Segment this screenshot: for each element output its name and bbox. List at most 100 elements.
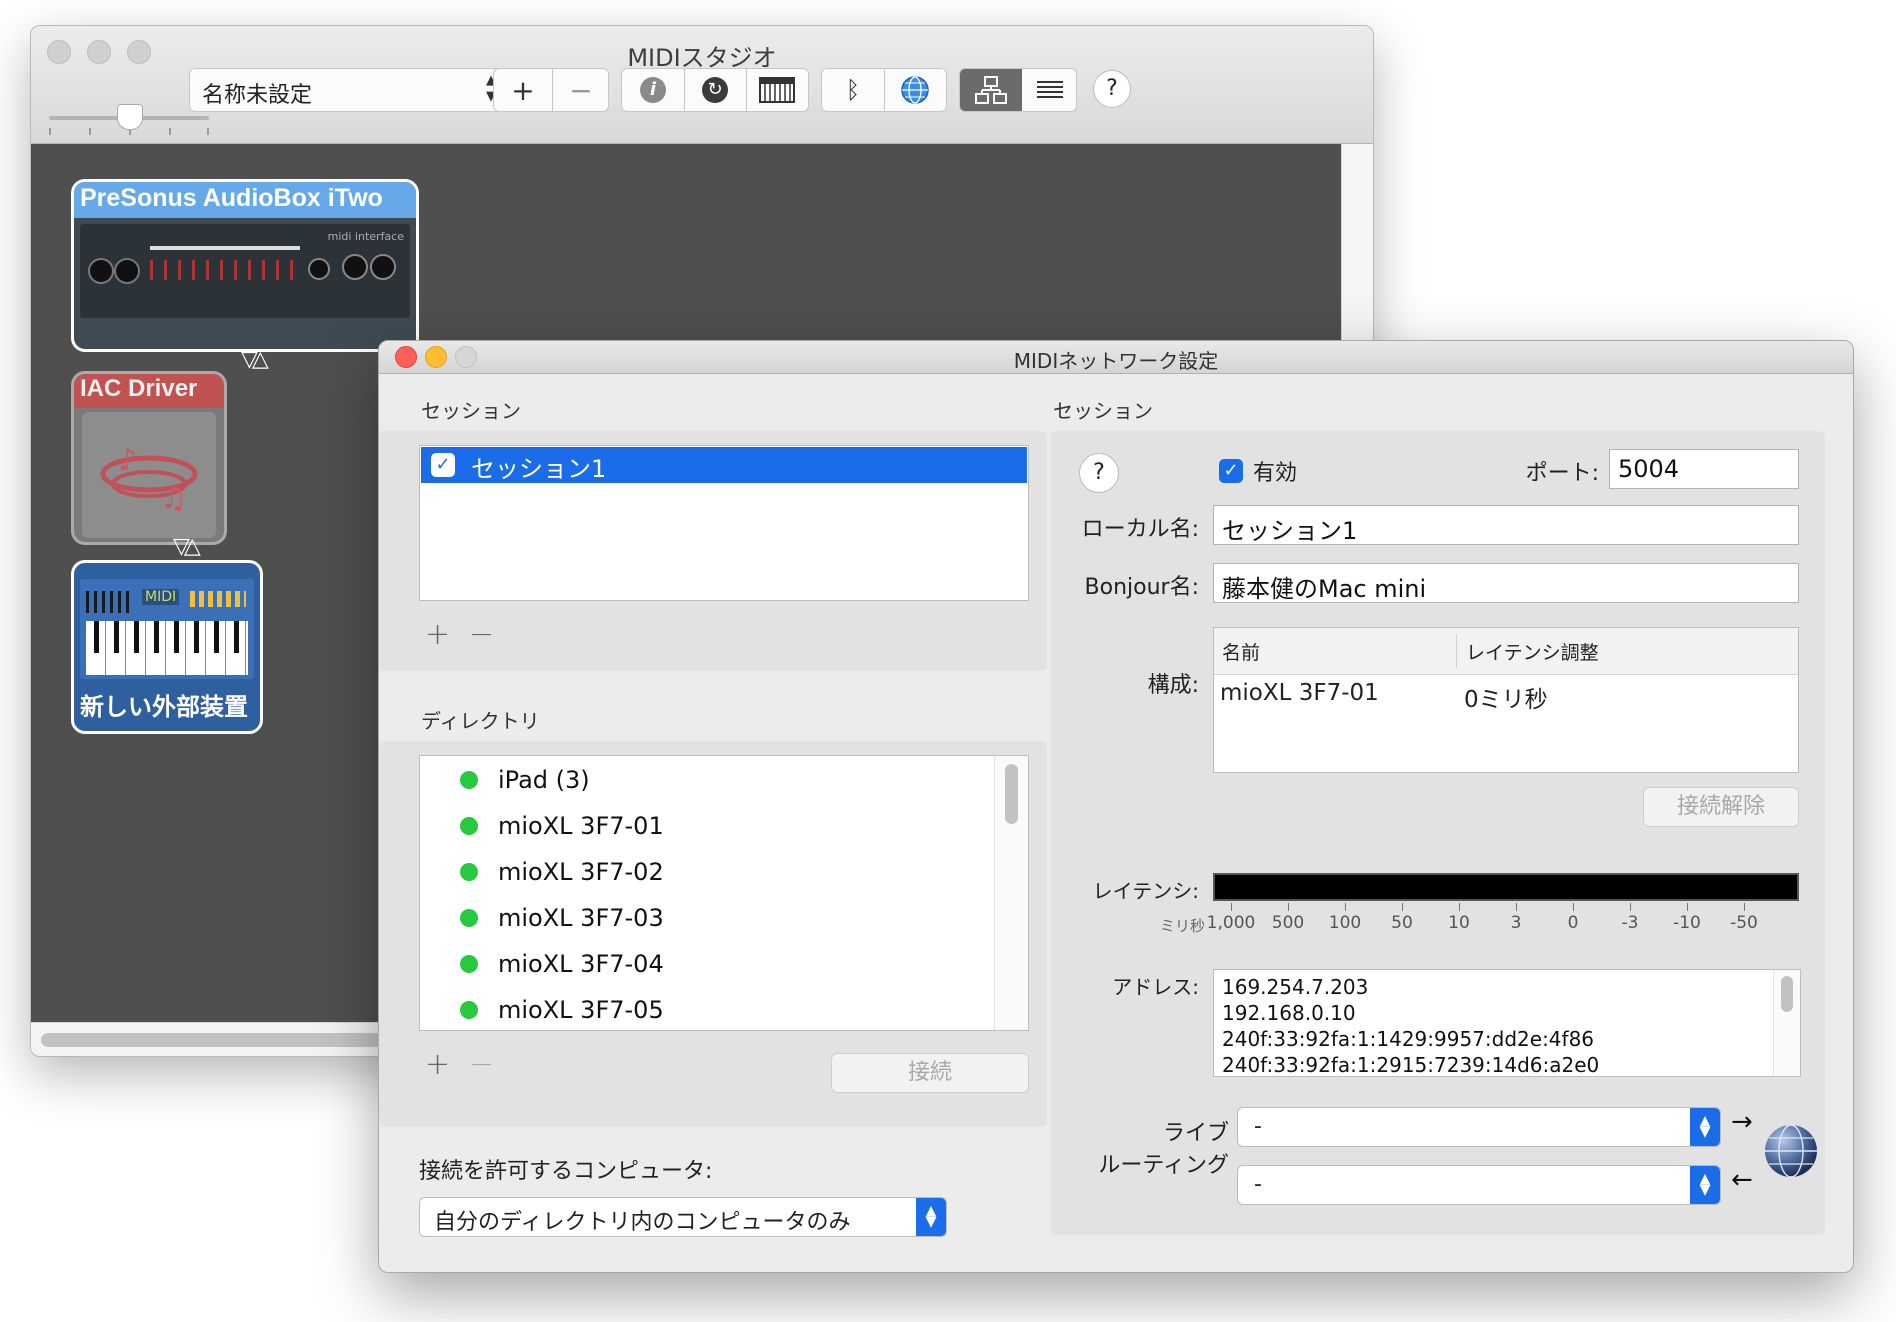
interface-panel-image: midi interface <box>80 224 410 318</box>
keyboard-device-icon: MIDI <box>80 579 254 679</box>
port-connector-icon[interactable]: ▽△ <box>241 347 269 372</box>
directory-item[interactable]: iPad (3) <box>460 766 590 794</box>
device-presonus-audiobox-itwo[interactable]: PreSonus AudioBox iTwo midi interface <box>71 179 419 352</box>
disconnect-button[interactable]: 接続解除 <box>1643 787 1799 827</box>
sessions-header: セッション <box>421 399 521 423</box>
latency-scale-label: 500 <box>1271 913 1305 933</box>
allow-computers-value: 自分のディレクトリ内のコンピュータのみ <box>434 1210 851 1235</box>
live-routing-out-value: - <box>1254 1172 1262 1197</box>
live-routing-out-select[interactable]: - ▲ ▼ <box>1237 1165 1721 1205</box>
remove-directory-button[interactable]: − <box>469 1047 494 1082</box>
address-list[interactable]: 169.254.7.203 192.168.0.10 240f:33:92fa:… <box>1213 969 1801 1077</box>
enabled-checkbox[interactable]: ✓ <box>1219 459 1243 483</box>
port-label: ポート: <box>1525 461 1599 486</box>
svg-text:♫: ♫ <box>160 481 187 516</box>
directory-item-label: mioXL 3F7-03 <box>498 904 664 932</box>
test-setup-button[interactable] <box>746 69 808 111</box>
bluetooth-button[interactable]: ᛒ <box>822 69 884 111</box>
network-help-button[interactable]: ? <box>1079 453 1119 493</box>
connect-button[interactable]: 接続 <box>831 1053 1029 1093</box>
online-status-icon <box>460 863 478 881</box>
live-routing-in-select[interactable]: - ▲ ▼ <box>1237 1107 1721 1147</box>
panel-caption: midi interface <box>327 230 404 243</box>
midi-network-setup-window: MIDIネットワーク設定 セッション ✓ セッション1 + − ディレクトリ i… <box>378 340 1854 1273</box>
directory-item-label: mioXL 3F7-04 <box>498 950 664 978</box>
address-item: 192.168.0.10 <box>1222 1001 1356 1025</box>
live-routing-in-value: - <box>1254 1114 1262 1139</box>
globe-icon <box>901 76 929 104</box>
latency-scale-label: -3 <box>1621 913 1639 933</box>
session-enabled-checkbox[interactable]: ✓ <box>431 453 455 477</box>
latency-scale-label: 0 <box>1567 913 1579 933</box>
directory-list[interactable]: iPad (3) mioXL 3F7-01 mioXL 3F7-02 mioXL… <box>419 755 1029 1031</box>
port-connector-icon[interactable]: ▽△ <box>173 534 201 559</box>
device-display-text: MIDI <box>142 589 180 605</box>
icon-size-slider[interactable] <box>49 96 209 136</box>
allow-computers-select[interactable]: 自分のディレクトリ内のコンピュータのみ ▲ ▼ <box>419 1197 947 1237</box>
device-iac-driver[interactable]: IAC Driver ♪ ♫ <box>71 371 227 545</box>
session-row[interactable]: ✓ セッション1 <box>421 447 1027 483</box>
online-status-icon <box>460 909 478 927</box>
keyboard-icon <box>759 77 795 103</box>
column-header-name[interactable]: 名前 <box>1222 638 1260 665</box>
directory-item[interactable]: mioXL 3F7-01 <box>460 812 664 840</box>
sessions-list[interactable]: ✓ セッション1 <box>419 445 1029 601</box>
live-routing-label: ライブ ルーティング <box>1059 1115 1229 1179</box>
add-directory-button[interactable]: + <box>425 1047 450 1082</box>
chevron-updown-icon: ▲ ▼ <box>1690 1166 1720 1204</box>
column-header-latency[interactable]: レイテンシ調整 <box>1466 638 1599 665</box>
directory-item[interactable]: mioXL 3F7-02 <box>460 858 664 886</box>
device-new-external[interactable]: MIDI 新しい外部装置 <box>71 560 263 734</box>
participants-table[interactable]: 名前 レイテンシ調整 mioXL 3F7-01 0ミリ秒 <box>1213 627 1799 773</box>
connection-tools-group: ᛒ <box>821 68 947 112</box>
session-detail-header: セッション <box>1053 399 1153 423</box>
directory-item[interactable]: mioXL 3F7-05 <box>460 996 664 1024</box>
scrollbar-thumb[interactable] <box>1781 976 1793 1012</box>
participant-name[interactable]: mioXL 3F7-01 <box>1220 680 1379 706</box>
address-label: アドレス: <box>1112 975 1199 999</box>
icon-view-button[interactable] <box>960 69 1022 111</box>
online-status-icon <box>460 955 478 973</box>
latency-scale-label: -50 <box>1730 913 1758 933</box>
directory-scrollbar[interactable] <box>994 756 1028 1030</box>
directory-item[interactable]: mioXL 3F7-04 <box>460 950 664 978</box>
remove-session-button[interactable]: − <box>469 617 494 652</box>
latency-scale-label: -10 <box>1673 913 1701 933</box>
list-view-button[interactable] <box>1022 69 1076 111</box>
info-button[interactable]: i <box>622 69 684 111</box>
svg-text:♪: ♪ <box>118 443 137 478</box>
rescan-button[interactable]: ↻ <box>684 69 746 111</box>
directory-item-label: mioXL 3F7-01 <box>498 812 664 840</box>
arrow-left-icon: ← <box>1731 1165 1753 1195</box>
address-item: 240f:33:92fa:1:2915:7239:14d6:a2e0 <box>1222 1053 1600 1077</box>
scrollbar-thumb[interactable] <box>1005 764 1018 824</box>
local-name-field[interactable]: セッション1 <box>1213 505 1799 545</box>
address-scrollbar[interactable] <box>1773 970 1800 1076</box>
directory-item-label: iPad (3) <box>498 766 590 794</box>
bluetooth-icon: ᛒ <box>845 76 861 104</box>
configuration-select[interactable]: 名称未設定 ▲ ▼ <box>189 68 507 112</box>
device-tools-group: i ↻ <box>621 68 809 112</box>
slider-knob[interactable] <box>117 104 143 130</box>
online-status-icon <box>460 817 478 835</box>
live-routing-label-line2: ルーティング <box>1098 1153 1229 1178</box>
remove-device-button[interactable]: − <box>552 69 610 111</box>
studio-help-button[interactable]: ? <box>1093 70 1131 108</box>
port-field[interactable]: 5004 <box>1609 449 1799 489</box>
network-globe-icon <box>1763 1123 1819 1183</box>
bonjour-name-field[interactable]: 藤本健のMac mini <box>1213 563 1799 603</box>
device-label: IAC Driver <box>80 375 198 402</box>
address-item: 240f:33:92fa:1:1429:9957:dd2e:4f86 <box>1222 1027 1595 1051</box>
iac-driver-icon: ♪ ♫ <box>82 412 216 538</box>
latency-meter <box>1213 873 1799 901</box>
directory-item[interactable]: mioXL 3F7-03 <box>460 904 664 932</box>
configuration-select-value: 名称未設定 <box>202 83 313 108</box>
rescan-icon: ↻ <box>702 77 728 103</box>
network-button[interactable] <box>884 69 946 111</box>
add-device-button[interactable]: + <box>494 69 552 111</box>
allow-computers-label: 接続を許可するコンピュータ: <box>419 1159 713 1184</box>
latency-scale-label: 100 <box>1328 913 1362 933</box>
add-session-button[interactable]: + <box>425 617 450 652</box>
directory-header: ディレクトリ <box>421 709 540 733</box>
participant-latency[interactable]: 0ミリ秒 <box>1464 680 1548 714</box>
